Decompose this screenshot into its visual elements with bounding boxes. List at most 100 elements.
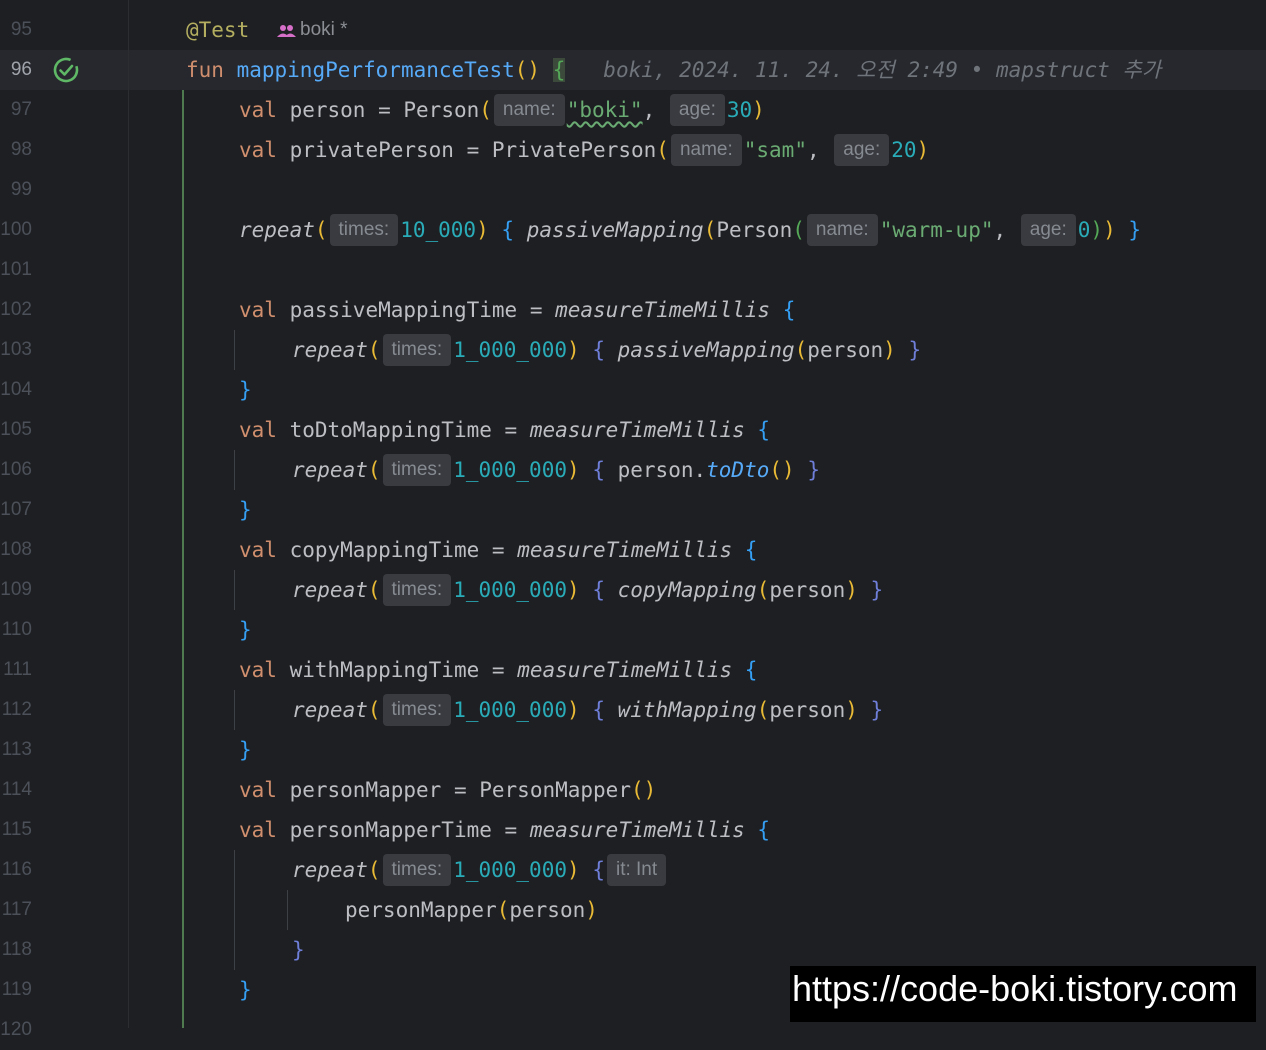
code-line-117[interactable]: personMapper(person) xyxy=(345,890,598,930)
line-number: 98 xyxy=(10,139,32,160)
gutter-row: 100 xyxy=(0,210,128,250)
gutter-row: 115 xyxy=(0,810,128,850)
code-line-103[interactable]: repeat(times: 1_000_000) { passiveMapping… xyxy=(292,330,921,370)
gutter-row: 119 xyxy=(0,970,128,1010)
gutter-row: 101 xyxy=(0,250,128,290)
code-line-118[interactable]: } xyxy=(292,930,305,970)
code-line-107[interactable]: } xyxy=(239,490,252,530)
param-hint-times: times: xyxy=(382,334,452,366)
indent-guide xyxy=(234,850,235,970)
line-number: 104 xyxy=(0,379,32,400)
gutter-row: 98 xyxy=(0,130,128,170)
code-line-102[interactable]: val passiveMappingTime = measureTimeMill… xyxy=(239,290,795,330)
keyword-fun: fun xyxy=(186,58,224,82)
gutter-row: 117 xyxy=(0,890,128,930)
line-number: 100 xyxy=(0,219,32,240)
gutter-row: 99 xyxy=(0,170,128,210)
people-icon xyxy=(277,25,296,37)
code-line-114[interactable]: val personMapper = PersonMapper() xyxy=(239,770,656,810)
code-line-97[interactable]: val person = Person(name: "boki", age: 30) xyxy=(239,90,765,130)
gutter-row: 118 xyxy=(0,930,128,970)
code-line-116[interactable]: repeat(times: 1_000_000) {it: Int xyxy=(292,850,668,890)
gutter-row: 110 xyxy=(0,610,128,650)
code-line-96[interactable]: fun mappingPerformanceTest() { boki, 202… xyxy=(186,50,1161,90)
line-number: 115 xyxy=(1,819,32,840)
indent-guide xyxy=(234,690,235,730)
test-annotation: @Test xyxy=(186,18,250,42)
line-number: 110 xyxy=(1,619,32,640)
code-line-106[interactable]: repeat(times: 1_000_000) { person.toDto()… xyxy=(292,450,820,490)
watermark: https://code-boki.tistory.com xyxy=(790,966,1256,1022)
code-line-119[interactable]: } xyxy=(239,970,252,1010)
code-line-104[interactable]: } xyxy=(239,370,252,410)
param-hint-age: age: xyxy=(834,134,890,166)
code-line-109[interactable]: repeat(times: 1_000_000) { copyMapping(pe… xyxy=(292,570,883,610)
gutter-row: 114 xyxy=(0,770,128,810)
indent-guide xyxy=(234,330,235,370)
gutter-row: 120 xyxy=(0,1010,128,1050)
line-number: 107 xyxy=(0,499,32,520)
gutter-row: 95 xyxy=(0,10,128,50)
line-number: 103 xyxy=(0,339,32,360)
line-number: 117 xyxy=(1,899,32,920)
line-number: 114 xyxy=(1,779,32,800)
param-hint-name: name: xyxy=(806,214,878,246)
line-number: 101 xyxy=(0,259,32,280)
line-number: 105 xyxy=(0,419,32,440)
author-inlay-hint[interactable]: boki * xyxy=(300,10,348,50)
gutter-row: 113 xyxy=(0,730,128,770)
line-number: 111 xyxy=(3,659,32,680)
gutter-row: 116 xyxy=(0,850,128,890)
line-number: 109 xyxy=(0,579,32,600)
gutter-row: 104 xyxy=(0,370,128,410)
code-line-105[interactable]: val toDtoMappingTime = measureTimeMillis… xyxy=(239,410,770,450)
code-line-95[interactable]: @Test xyxy=(186,10,249,50)
param-hint-name: name: xyxy=(670,134,742,166)
line-number: 95 xyxy=(10,19,32,40)
gutter-row: 107 xyxy=(0,490,128,530)
line-number: 99 xyxy=(10,179,32,200)
param-hint-age: age: xyxy=(1020,214,1076,246)
code-line-115[interactable]: val personMapperTime = measureTimeMillis… xyxy=(239,810,770,850)
gutter-row: 103 xyxy=(0,330,128,370)
indent-guide xyxy=(234,450,235,490)
line-number: 106 xyxy=(0,459,32,480)
code-line-113[interactable]: } xyxy=(239,730,252,770)
code-editor[interactable]: @Test boki * fun mappingPerformanceTest(… xyxy=(129,0,1266,1028)
indent-guide xyxy=(287,890,288,930)
gutter-row: 97 xyxy=(0,90,128,130)
line-number: 108 xyxy=(0,539,32,560)
param-hint-age: age: xyxy=(669,94,725,126)
param-hint-times: times: xyxy=(329,214,399,246)
code-line-108[interactable]: val copyMappingTime = measureTimeMillis … xyxy=(239,530,757,570)
gutter-row: 109 xyxy=(0,570,128,610)
gutter-row: 111 xyxy=(0,650,128,690)
param-hint-times: times: xyxy=(382,574,452,606)
line-number: 119 xyxy=(1,979,32,1000)
code-line-98[interactable]: val privatePerson = PrivatePerson(name: "… xyxy=(239,130,929,170)
param-hint-times: times: xyxy=(382,694,452,726)
gutter-row-current: 96 xyxy=(0,50,128,90)
code-line-111[interactable]: val withMappingTime = measureTimeMillis … xyxy=(239,650,757,690)
gutter-row: 105 xyxy=(0,410,128,450)
param-hint-times: times: xyxy=(382,454,452,486)
line-number: 96 xyxy=(10,59,32,80)
line-number: 120 xyxy=(0,1019,32,1040)
line-number: 113 xyxy=(1,739,32,760)
gutter-row: 112 xyxy=(0,690,128,730)
line-number: 112 xyxy=(1,699,32,720)
gutter-row: 102 xyxy=(0,290,128,330)
line-number: 97 xyxy=(10,99,32,120)
line-number: 118 xyxy=(1,939,32,960)
vcs-change-marker[interactable] xyxy=(182,90,184,1028)
code-line-112[interactable]: repeat(times: 1_000_000) { withMapping(pe… xyxy=(292,690,883,730)
check-circle-icon[interactable] xyxy=(52,56,80,84)
param-hint-times: times: xyxy=(382,854,452,886)
param-hint-name: name: xyxy=(493,94,565,126)
gutter-row: 108 xyxy=(0,530,128,570)
git-blame-annotation: boki, 2024. 11. 24. 오전 2:49 • mapstruct … xyxy=(603,58,1162,82)
code-line-100[interactable]: repeat(times: 10_000) { passiveMapping(Pe… xyxy=(239,210,1141,250)
code-line-110[interactable]: } xyxy=(239,610,252,650)
gutter-row: 106 xyxy=(0,450,128,490)
function-name: mappingPerformanceTest xyxy=(236,58,515,82)
